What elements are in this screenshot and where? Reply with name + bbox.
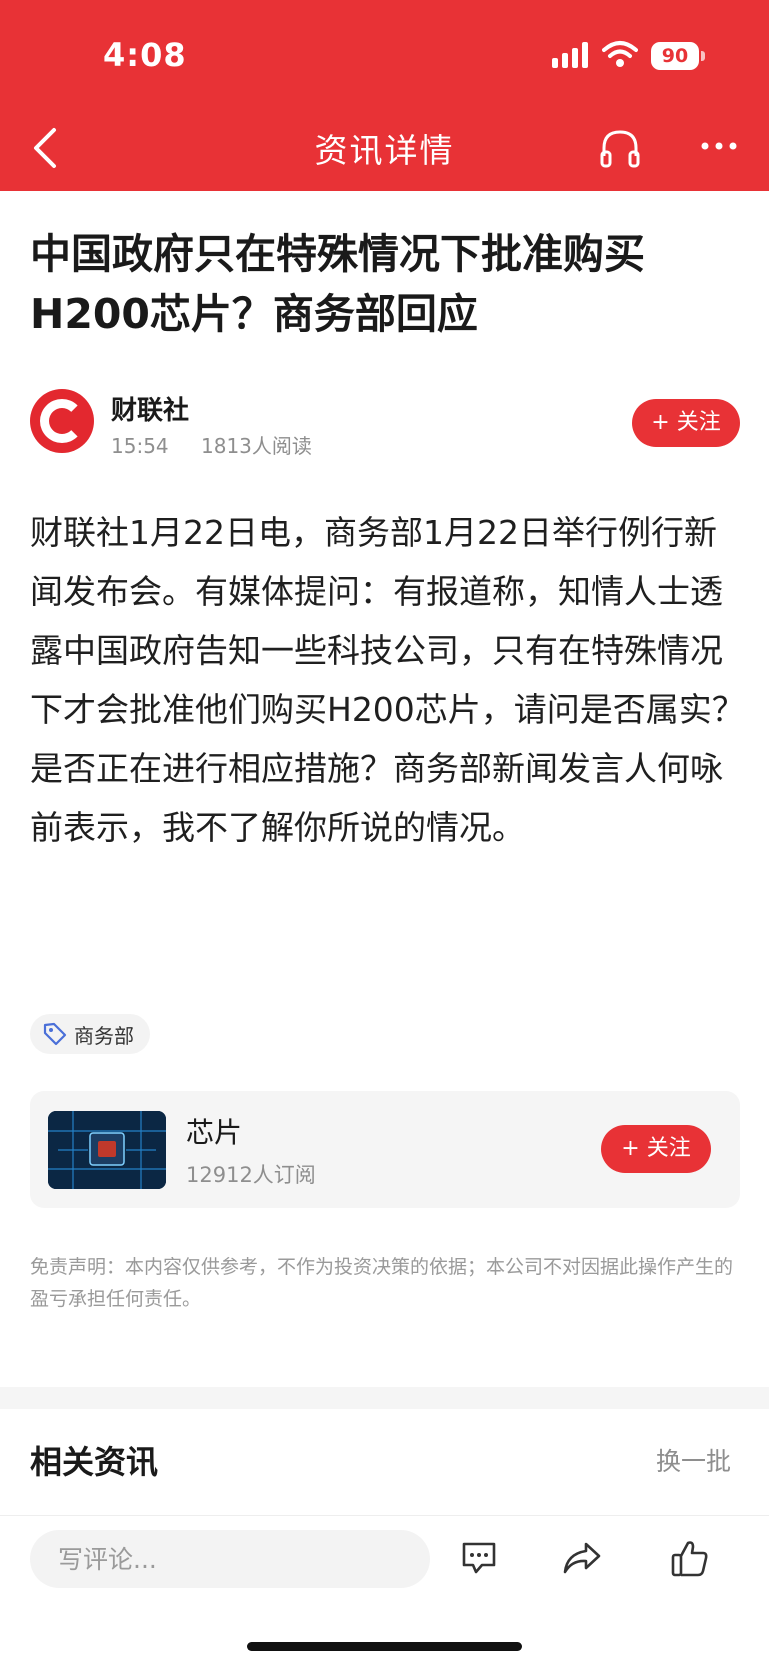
topic-card[interactable]: 芯片 12912人订阅 + 关注 — [30, 1091, 740, 1208]
more-icon[interactable] — [700, 140, 738, 152]
read-count: 1813人阅读 — [201, 434, 312, 458]
follow-topic-button[interactable]: + 关注 — [601, 1125, 711, 1173]
topic-name: 芯片 — [186, 1116, 243, 1149]
bottom-bar — [0, 1515, 769, 1665]
source-logo[interactable] — [30, 389, 94, 453]
follow-source-button[interactable]: + 关注 — [632, 399, 740, 447]
source-name[interactable]: 财联社 — [111, 390, 189, 427]
publish-time: 15:54 — [111, 434, 169, 458]
refresh-button[interactable]: 换一批 — [656, 1442, 731, 1478]
article-meta: 15:54 1813人阅读 — [111, 430, 312, 459]
section-divider — [0, 1387, 769, 1409]
topic-thumbnail — [48, 1111, 166, 1189]
article-body: 财联社1月22日电，商务部1月22日举行例行新闻发布会。有媒体提问：有报道称，知… — [30, 513, 745, 847]
top-bar: 4:08 90 资讯详情 — [0, 0, 769, 191]
home-indicator — [247, 1642, 522, 1651]
tag-label: 商务部 — [74, 1023, 134, 1048]
article-title: 中国政府只在特殊情况下批准购买H200芯片？商务部回应 — [30, 230, 645, 338]
comment-input[interactable] — [30, 1530, 430, 1588]
tag-chip[interactable]: 商务部 — [30, 1014, 150, 1054]
headphone-icon[interactable] — [598, 128, 642, 168]
tag-icon — [43, 1022, 67, 1046]
signal-icon — [552, 42, 588, 68]
topic-subscribers: 12912人订阅 — [186, 1163, 316, 1187]
share-icon[interactable] — [562, 1540, 602, 1576]
status-time: 4:08 — [103, 36, 187, 74]
page-title: 资讯详情 — [314, 131, 455, 170]
like-icon[interactable] — [670, 1538, 710, 1578]
wifi-icon — [602, 41, 638, 67]
logo-ring — [40, 399, 84, 443]
battery-cap — [701, 51, 705, 61]
battery-indicator: 90 — [651, 42, 705, 70]
related-title: 相关资讯 — [30, 1443, 159, 1481]
comment-icon[interactable] — [460, 1540, 498, 1576]
battery-level: 90 — [651, 42, 699, 70]
disclaimer: 免责声明：本内容仅供参考，不作为投资决策的依据；本公司不对因据此操作产生的盈亏承… — [30, 1256, 734, 1310]
